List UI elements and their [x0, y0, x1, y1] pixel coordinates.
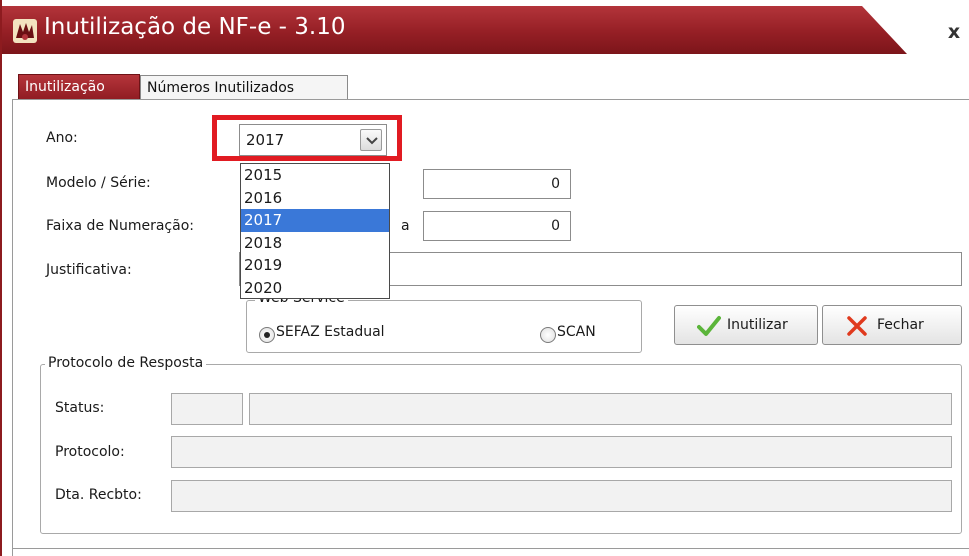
- inutilizar-button[interactable]: Inutilizar: [674, 305, 818, 345]
- radio-scan[interactable]: [540, 327, 556, 343]
- protocolo-group: Protocolo de Resposta Status: Protocolo:…: [40, 355, 962, 534]
- fechar-button-label: Fechar: [877, 317, 924, 333]
- data-recebimento-label: Dta. Recbto:: [55, 487, 142, 503]
- checkmark-icon: [697, 316, 721, 336]
- protocolo-label: Protocolo:: [55, 444, 125, 460]
- faixa-separator: a: [401, 218, 410, 234]
- ano-label: Ano:: [46, 130, 78, 146]
- bottom-border: [12, 548, 969, 549]
- data-recebimento-field[interactable]: [171, 480, 952, 512]
- app-logo-icon: [13, 19, 37, 43]
- radio-scan-label[interactable]: SCAN: [557, 324, 596, 340]
- fechar-button[interactable]: Fechar: [822, 305, 962, 345]
- modelo-serie-label: Modelo / Série:: [46, 175, 151, 191]
- status-text-field[interactable]: [249, 393, 952, 425]
- justificativa-label: Justificativa:: [46, 262, 132, 278]
- radio-sefaz-estadual[interactable]: [259, 327, 275, 343]
- ano-option[interactable]: 2018: [241, 232, 389, 255]
- protocolo-field[interactable]: [171, 436, 952, 468]
- window-title: Inutilização de NF-e - 3.10: [44, 14, 346, 40]
- tab-inutilizacao[interactable]: Inutilização: [18, 74, 140, 100]
- ano-select[interactable]: 2017: [239, 124, 387, 156]
- close-x-icon: [847, 316, 867, 336]
- ano-option[interactable]: 2020: [241, 277, 389, 300]
- ano-option[interactable]: 2015: [241, 164, 389, 187]
- title-bar[interactable]: Inutilização de NF-e - 3.10 x: [2, 0, 969, 56]
- chevron-down-icon[interactable]: [360, 129, 382, 151]
- faixa-numeracao-label: Faixa de Numeração:: [46, 218, 194, 234]
- webservice-group: Web Service SEFAZ Estadual SCAN: [246, 290, 642, 353]
- close-button[interactable]: x: [942, 20, 966, 44]
- tab-numeros-inutilizados[interactable]: Números Inutilizados: [140, 75, 348, 101]
- status-code-field[interactable]: [171, 393, 243, 425]
- inutilizacao-window: Inutilização de NF-e - 3.10 x Inutilizaç…: [0, 0, 969, 556]
- serie-field[interactable]: 0: [423, 169, 571, 199]
- ano-option[interactable]: 2016: [241, 187, 389, 210]
- ano-option-selected[interactable]: 2017: [241, 209, 389, 232]
- ano-dropdown-list[interactable]: 2015 2016 2017 2018 2019 2020: [240, 163, 390, 299]
- inutilizar-button-label: Inutilizar: [727, 317, 788, 333]
- radio-sefaz-estadual-label[interactable]: SEFAZ Estadual: [276, 324, 385, 340]
- protocolo-title: Protocolo de Resposta: [45, 355, 207, 371]
- faixa-fim-field[interactable]: 0: [423, 211, 571, 241]
- ano-option[interactable]: 2019: [241, 254, 389, 277]
- ano-select-value: 2017: [246, 131, 285, 149]
- status-label: Status:: [55, 400, 105, 416]
